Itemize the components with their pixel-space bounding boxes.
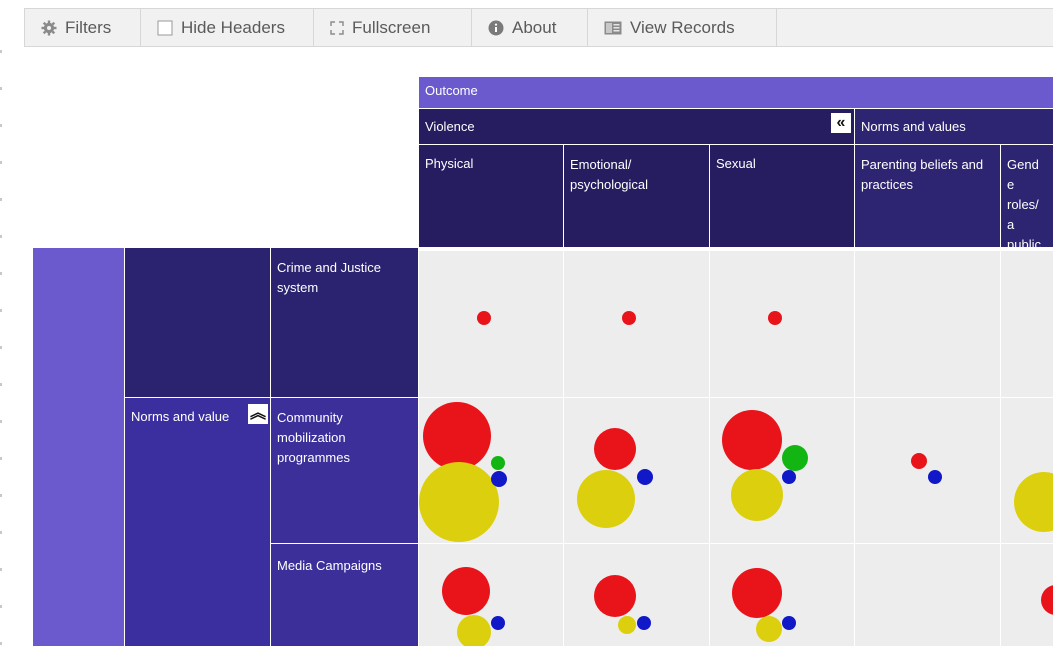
bubble-yellow[interactable] [731,469,783,521]
bubble-red[interactable] [622,311,636,325]
bubble-yellow[interactable] [618,616,636,634]
bubble-red[interactable] [722,410,782,470]
bubbles-crime [477,311,782,325]
bubble-red[interactable] [594,575,636,617]
bubble-yellow[interactable] [756,616,782,642]
bubble-green[interactable] [491,456,505,470]
bubble-red[interactable] [732,568,782,618]
bubble-red[interactable] [477,311,491,325]
bubble-blue[interactable] [491,471,507,487]
bubble-yellow[interactable] [577,470,635,528]
bubble-blue[interactable] [491,616,505,630]
bubble-blue[interactable] [637,616,651,630]
bubble-red[interactable] [768,311,782,325]
bubble-red[interactable] [911,453,927,469]
bubble-green[interactable] [782,445,808,471]
bubble-yellow[interactable] [1014,472,1053,532]
bubble-red[interactable] [442,567,490,615]
bubbles-media [442,567,1053,646]
bubble-blue[interactable] [637,469,653,485]
bubble-red[interactable] [423,402,491,470]
bubble-blue[interactable] [782,616,796,630]
bubble-red[interactable] [1041,585,1053,615]
bubble-yellow[interactable] [457,615,491,646]
bubble-layer [419,311,1053,646]
bubble-blue[interactable] [928,470,942,484]
bubbles-community [419,402,1053,542]
bubble-yellow[interactable] [419,462,499,542]
bubble-blue[interactable] [782,470,796,484]
bubble-red[interactable] [594,428,636,470]
